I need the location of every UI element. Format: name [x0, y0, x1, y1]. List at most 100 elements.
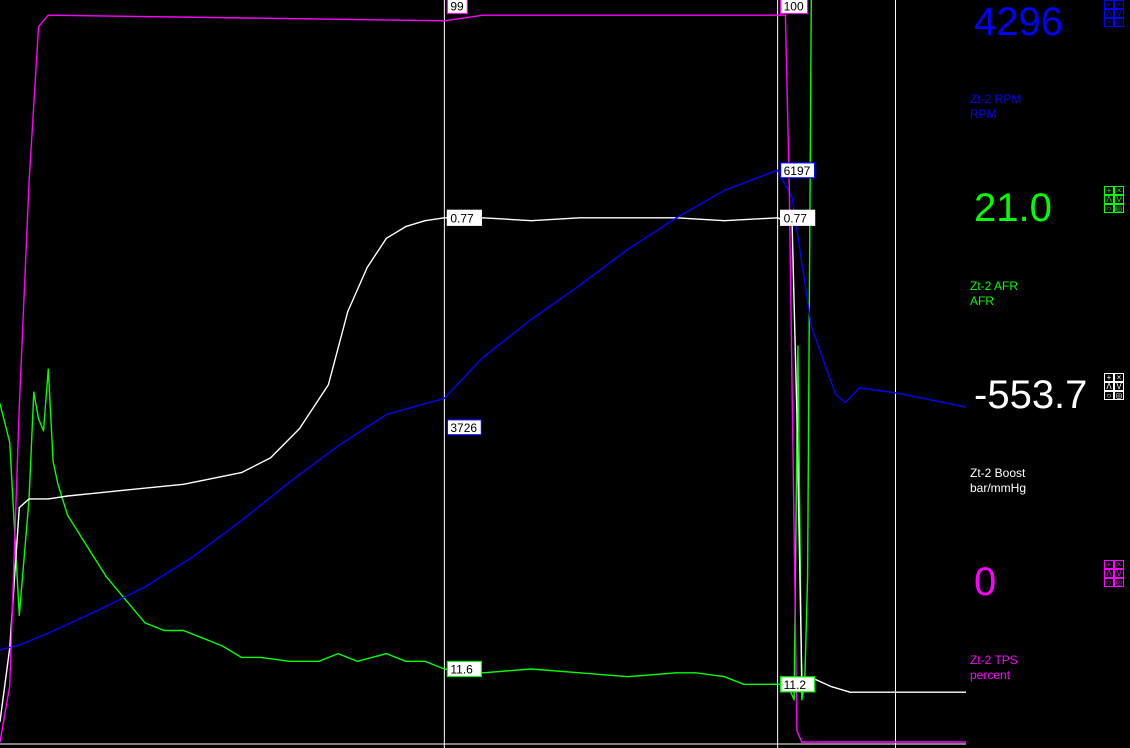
afr-point-35 — [723, 676, 726, 678]
tps-point-8 — [777, 14, 779, 16]
boost-point-24 — [627, 217, 629, 219]
cursor-2-afr-tag[interactable]: 11.2 — [780, 676, 816, 693]
tps-point-9 — [784, 14, 787, 16]
cursor-1-rpm-tag[interactable]: 3726 — [446, 419, 482, 436]
afr-scale-control-4-icon[interactable]: ○ — [1104, 204, 1114, 213]
boost-scale-control-2-icon[interactable]: Λ — [1104, 382, 1114, 391]
rpm-scale-control-1-icon[interactable]: × — [1114, 0, 1124, 9]
rpm-point-16 — [723, 189, 726, 191]
boost-point-21 — [482, 217, 484, 219]
tps-point-4 — [38, 25, 40, 27]
rpm-point-6 — [240, 520, 243, 522]
cursor-2-rpm-tag[interactable]: 6197 — [780, 162, 816, 179]
cursor-1-boost-tag[interactable]: 0.77 — [446, 209, 482, 226]
tps-scale-control-1-icon[interactable]: × — [1114, 560, 1124, 569]
rpm-point-2 — [47, 632, 49, 634]
rpm-point-23 — [897, 392, 900, 394]
afr-point-28 — [443, 668, 445, 670]
afr-point-19 — [240, 656, 243, 659]
rpm-point-11 — [482, 356, 484, 358]
cursor-1-afr-tag[interactable]: 11.6 — [446, 660, 482, 678]
afr-scale-control-3-icon[interactable]: V — [1114, 195, 1124, 204]
afr-point-13 — [125, 599, 127, 601]
afr-point-37 — [777, 683, 779, 685]
boost-scale-control-5-icon[interactable]: ◎ — [1114, 391, 1124, 400]
afr-scale-control-2-icon[interactable]: Λ — [1104, 195, 1114, 204]
cursor-2-boost-tag[interactable]: 0.77 — [780, 209, 816, 226]
boost-current-value: -553.7 — [974, 373, 1088, 417]
rpm-current-value: 4296 — [974, 0, 1063, 44]
tps-point-3 — [28, 182, 30, 184]
boost-point-8 — [154, 486, 156, 488]
rpm-point-1 — [18, 644, 20, 646]
boost-point-22 — [530, 220, 532, 222]
rpm-point-18 — [791, 197, 793, 199]
rpm-scale-control-2-icon[interactable]: Λ — [1104, 9, 1114, 18]
afr-scale-control-5-icon[interactable]: ◎ — [1114, 204, 1124, 213]
rpm-scale-controls-icon[interactable]: + × Λ V ○ ◎ — [1104, 0, 1126, 30]
rpm-point-3 — [96, 610, 98, 612]
afr-channel-name: Zt-2 AFR — [970, 279, 1019, 293]
boost-point-6 — [96, 492, 98, 494]
afr-point-5 — [38, 418, 40, 420]
cursor-2-rpm-tag-text: 6197 — [784, 164, 811, 178]
afr-scale-control-1-icon[interactable]: × — [1114, 186, 1124, 195]
cursor-1-tps-tag[interactable]: 99 — [446, 0, 468, 15]
afr-channel-unit: AFR — [970, 294, 994, 308]
boost-point-15 — [347, 310, 349, 313]
rpm-scale-control-5-icon[interactable]: ◎ — [1114, 18, 1124, 27]
boost-point-7 — [125, 489, 127, 491]
afr-point-41 — [801, 699, 803, 701]
afr-point-22 — [318, 660, 320, 662]
afr-point-4 — [33, 391, 35, 393]
afr-current-value: 21.0 — [974, 186, 1052, 230]
afr-point-20 — [260, 656, 262, 659]
rpm-point-4 — [144, 586, 146, 588]
afr-point-34 — [694, 672, 697, 674]
cursor-1-tps-tag-text: 99 — [450, 0, 464, 14]
boost-scale-controls-icon[interactable]: + × Λ V ○ ◎ — [1104, 373, 1126, 403]
tps-scale-control-3-icon[interactable]: V — [1114, 569, 1124, 578]
boost-scale-control-4-icon[interactable]: ○ — [1104, 391, 1114, 400]
rpm-point-19 — [810, 326, 813, 328]
cursor-2-tps-tag-text: 100 — [784, 0, 804, 14]
boost-scale-control-1-icon[interactable]: × — [1114, 373, 1124, 382]
tps-scale-controls-icon[interactable]: + × Λ V ○ ◎ — [1104, 560, 1126, 590]
rpm-scale-control-0-icon[interactable]: + — [1104, 0, 1114, 9]
afr-point-17 — [202, 637, 204, 639]
boost-point-5 — [67, 495, 69, 497]
afr-point-18 — [221, 645, 223, 647]
boost-point-14 — [327, 384, 329, 386]
tps-scale-control-0-icon[interactable]: + — [1104, 560, 1114, 569]
tps-scale-control-5-icon[interactable]: ◎ — [1114, 578, 1124, 587]
afr-scale-controls-icon[interactable]: + × Λ V ○ ◎ — [1104, 186, 1126, 216]
boost-point-32 — [830, 685, 832, 688]
afr-scale-control-0-icon[interactable]: + — [1104, 186, 1114, 195]
rpm-scale-control-3-icon[interactable]: V — [1114, 9, 1124, 18]
boost-point-9 — [182, 483, 185, 485]
tps-point-12 — [801, 741, 803, 743]
boost-point-23 — [579, 217, 581, 219]
afr-point-7 — [47, 368, 49, 370]
rpm-point-10 — [443, 397, 445, 399]
tps-point-1 — [9, 685, 11, 687]
boost-point-17 — [385, 237, 387, 239]
tps-point-11 — [796, 730, 798, 732]
boost-scale-control-0-icon[interactable]: + — [1104, 373, 1114, 382]
boost-scale-control-3-icon[interactable]: V — [1114, 382, 1124, 391]
afr-point-25 — [385, 653, 387, 655]
boost-point-33 — [849, 691, 851, 693]
tps-point-10 — [788, 182, 790, 184]
afr-point-6 — [42, 430, 45, 432]
afr-point-43 — [807, 576, 809, 578]
afr-point-36 — [743, 683, 745, 685]
tps-scale-control-4-icon[interactable]: ○ — [1104, 578, 1114, 587]
tps-scale-control-2-icon[interactable]: Λ — [1104, 569, 1114, 578]
boost-point-2 — [18, 507, 20, 509]
boost-point-27 — [777, 217, 779, 219]
rpm-scale-control-4-icon[interactable]: ○ — [1104, 18, 1114, 27]
log-plot-area[interactable]: 99 3726 0.77 11.6 100 6197 0.77 11.2 — [0, 0, 966, 748]
boost-point-12 — [269, 457, 272, 459]
cursor-2-tps-tag[interactable]: 100 — [780, 0, 809, 15]
cursor-1-rpm-tag-text: 3726 — [450, 421, 477, 435]
